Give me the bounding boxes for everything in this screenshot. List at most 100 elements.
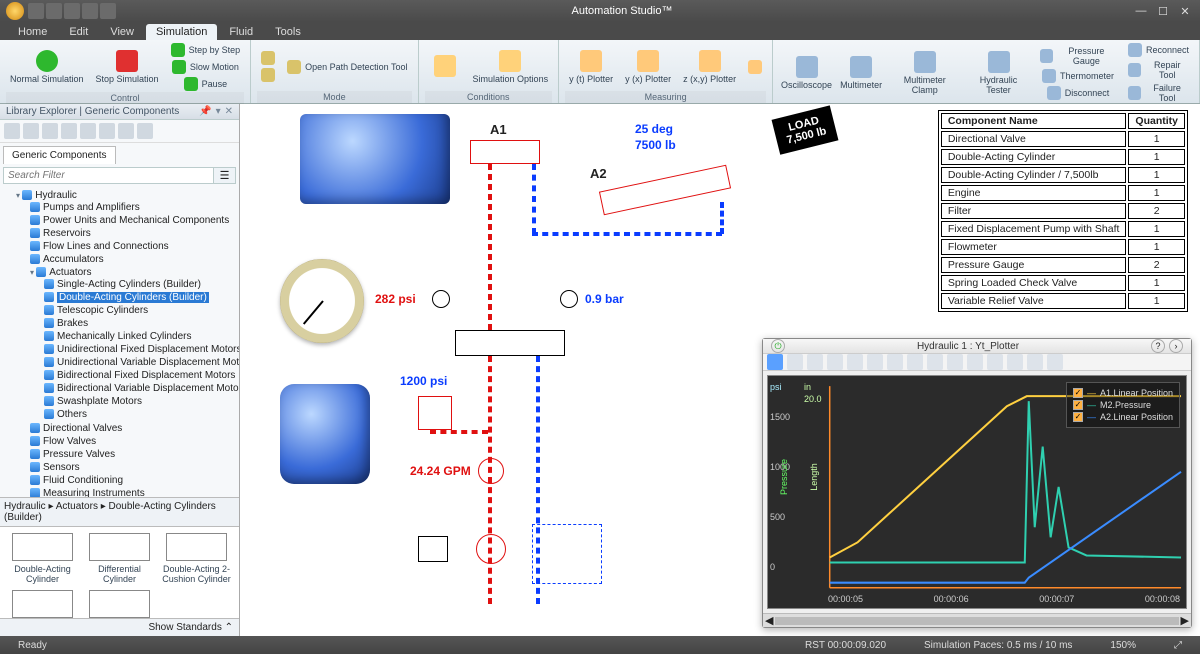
qat-icon[interactable]: [82, 3, 98, 19]
breadcrumb[interactable]: Hydraulic ▸ Actuators ▸ Double-Acting Cy…: [0, 497, 239, 527]
plotter-tool-icon[interactable]: [867, 354, 883, 370]
close-panel-icon[interactable]: ✕: [225, 106, 233, 117]
search-options-icon[interactable]: ☰: [214, 167, 236, 184]
library-tree[interactable]: Hydraulic Pumps and AmplifiersPower Unit…: [0, 187, 239, 497]
tab-fluid[interactable]: Fluid: [219, 24, 263, 40]
tab-edit[interactable]: Edit: [59, 24, 98, 40]
hydraulic-tester-button[interactable]: Hydraulic Tester: [965, 49, 1032, 97]
reconnect-button[interactable]: Reconnect: [1124, 42, 1193, 58]
qat-icon[interactable]: [46, 3, 62, 19]
pause-button[interactable]: Pause: [167, 76, 245, 92]
schematic-canvas[interactable]: A1 A2 25 deg 7500 lb 282 psi 0.9 bar 120…: [240, 104, 1200, 636]
scroll-left-icon[interactable]: ◀: [765, 614, 773, 627]
palette-item[interactable]: Double-Acting 2-Cushion Cylinder: [160, 533, 233, 584]
legend-checkbox[interactable]: ✓: [1073, 388, 1083, 398]
qat-icon[interactable]: [28, 3, 44, 19]
tab-simulation[interactable]: Simulation: [146, 24, 217, 40]
tool-icon[interactable]: [137, 123, 153, 139]
tree-leaf[interactable]: Single-Acting Cylinders (Builder): [44, 278, 237, 291]
qat-icon[interactable]: [64, 3, 80, 19]
palette-item[interactable]: Rodless 2-Cushion Double-Acting Cyl…: [83, 590, 156, 618]
tab-view[interactable]: View: [100, 24, 144, 40]
tree-leaf[interactable]: Others: [44, 408, 237, 421]
open-path-detection-button[interactable]: Open Path Detection Tool: [283, 59, 411, 75]
slow-motion-button[interactable]: Slow Motion: [167, 59, 245, 75]
stop-simulation-button[interactable]: Stop Simulation: [92, 48, 163, 86]
palette-item[interactable]: Double-Acting Cylinder: [6, 533, 79, 584]
oscilloscope-button[interactable]: Oscilloscope: [779, 54, 834, 92]
close-button[interactable]: ✕: [1176, 4, 1194, 18]
repair-tool-button[interactable]: Repair Tool: [1124, 59, 1193, 81]
cylinder-symbol-a1[interactable]: [470, 140, 540, 164]
failure-tool-button[interactable]: Failure Tool: [1124, 82, 1193, 104]
mode-icon-1[interactable]: [257, 50, 279, 66]
legend-checkbox[interactable]: ✓: [1073, 400, 1083, 410]
tree-leaf[interactable]: Bidirectional Variable Displacement Moto…: [44, 382, 237, 395]
tree-leaf[interactable]: Bidirectional Fixed Displacement Motors: [44, 369, 237, 382]
dropdown-icon[interactable]: ▾: [216, 106, 221, 117]
tree-node[interactable]: Sensors: [30, 461, 237, 474]
directional-valve-symbol[interactable]: [455, 330, 565, 356]
gauge-symbol-2[interactable]: [560, 290, 578, 308]
step-by-step-button[interactable]: Step by Step: [167, 42, 245, 58]
cond-icon[interactable]: [425, 53, 465, 81]
zxy-plotter-button[interactable]: z (x,y) Plotter: [679, 48, 740, 86]
palette-item[interactable]: Differential Cylinder: [83, 533, 156, 584]
plotter-chart[interactable]: psi in 20.0 1500 1000 500 0 Pressure Len…: [767, 375, 1187, 609]
plotter-tool-icon[interactable]: [967, 354, 983, 370]
plotter-tool-icon[interactable]: [887, 354, 903, 370]
simulation-options-button[interactable]: Simulation Options: [469, 48, 553, 86]
plotter-help-icon[interactable]: ?: [1151, 339, 1165, 353]
tree-node[interactable]: Directional Valves: [30, 422, 237, 435]
plotter-tool-icon[interactable]: [1047, 354, 1063, 370]
plotter-titlebar[interactable]: ⏻ Hydraulic 1 : Yt_Plotter ? ›: [763, 339, 1191, 354]
pin-icon[interactable]: 📌: [199, 106, 211, 117]
tree-node[interactable]: Pumps and Amplifiers: [30, 201, 237, 214]
disconnect-button[interactable]: Disconnect: [1036, 85, 1120, 101]
qat-icon[interactable]: [100, 3, 116, 19]
tree-leaf[interactable]: Unidirectional Variable Displacement Mot…: [44, 356, 237, 369]
filter-symbol[interactable]: [532, 524, 602, 584]
tree-node[interactable]: Pressure Valves: [30, 448, 237, 461]
measuring-extra-icon[interactable]: [744, 59, 766, 75]
tree-leaf[interactable]: Brakes: [44, 317, 237, 330]
mode-icon-2[interactable]: [257, 67, 279, 83]
tree-node[interactable]: Reservoirs: [30, 227, 237, 240]
chart-legend[interactable]: ✓—A1.Linear Position ✓—M2.Pressure ✓—A2.…: [1066, 382, 1180, 428]
tool-icon[interactable]: [23, 123, 39, 139]
plotter-tool-icon[interactable]: [907, 354, 923, 370]
tree-node[interactable]: Power Units and Mechanical Components: [30, 214, 237, 227]
status-zoom[interactable]: 150%: [1100, 640, 1146, 651]
library-tab[interactable]: Generic Components: [3, 146, 116, 164]
tool-icon[interactable]: [61, 123, 77, 139]
maximize-button[interactable]: ☐: [1154, 4, 1172, 18]
tab-home[interactable]: Home: [8, 24, 57, 40]
plotter-tool-icon[interactable]: [807, 354, 823, 370]
tree-leaf[interactable]: Swashplate Motors: [44, 395, 237, 408]
plotter-tool-icon[interactable]: [827, 354, 843, 370]
tool-icon[interactable]: [4, 123, 20, 139]
thermometer-button[interactable]: Thermometer: [1036, 68, 1120, 84]
plotter-tool-icon[interactable]: [1007, 354, 1023, 370]
tool-icon[interactable]: [99, 123, 115, 139]
normal-simulation-button[interactable]: Normal Simulation: [6, 48, 88, 86]
tool-icon[interactable]: [80, 123, 96, 139]
plotter-tool-icon[interactable]: [947, 354, 963, 370]
plotter-tool-icon[interactable]: [987, 354, 1003, 370]
multimeter-button[interactable]: Multimeter: [838, 54, 885, 92]
plotter-pause-icon[interactable]: [767, 354, 783, 370]
plotter-window[interactable]: ⏻ Hydraulic 1 : Yt_Plotter ? › psi in 20…: [762, 338, 1192, 628]
plotter-tool-icon[interactable]: [787, 354, 803, 370]
yt-plotter-button[interactable]: y (t) Plotter: [565, 48, 617, 86]
status-extra-icon[interactable]: ⤢: [1164, 640, 1192, 651]
tree-node-actuators[interactable]: ActuatorsSingle-Acting Cylinders (Builde…: [30, 266, 237, 422]
tab-tools[interactable]: Tools: [265, 24, 311, 40]
show-standards-button[interactable]: Show Standards ⌃: [0, 618, 239, 636]
legend-checkbox[interactable]: ✓: [1073, 412, 1083, 422]
pressure-gauge-button[interactable]: Pressure Gauge: [1036, 45, 1120, 67]
tree-leaf[interactable]: Telescopic Cylinders: [44, 304, 237, 317]
plotter-tool-icon[interactable]: [1027, 354, 1043, 370]
tree-node[interactable]: Fluid Conditioning: [30, 474, 237, 487]
tree-leaf[interactable]: Mechanically Linked Cylinders: [44, 330, 237, 343]
tree-node[interactable]: Flow Valves: [30, 435, 237, 448]
